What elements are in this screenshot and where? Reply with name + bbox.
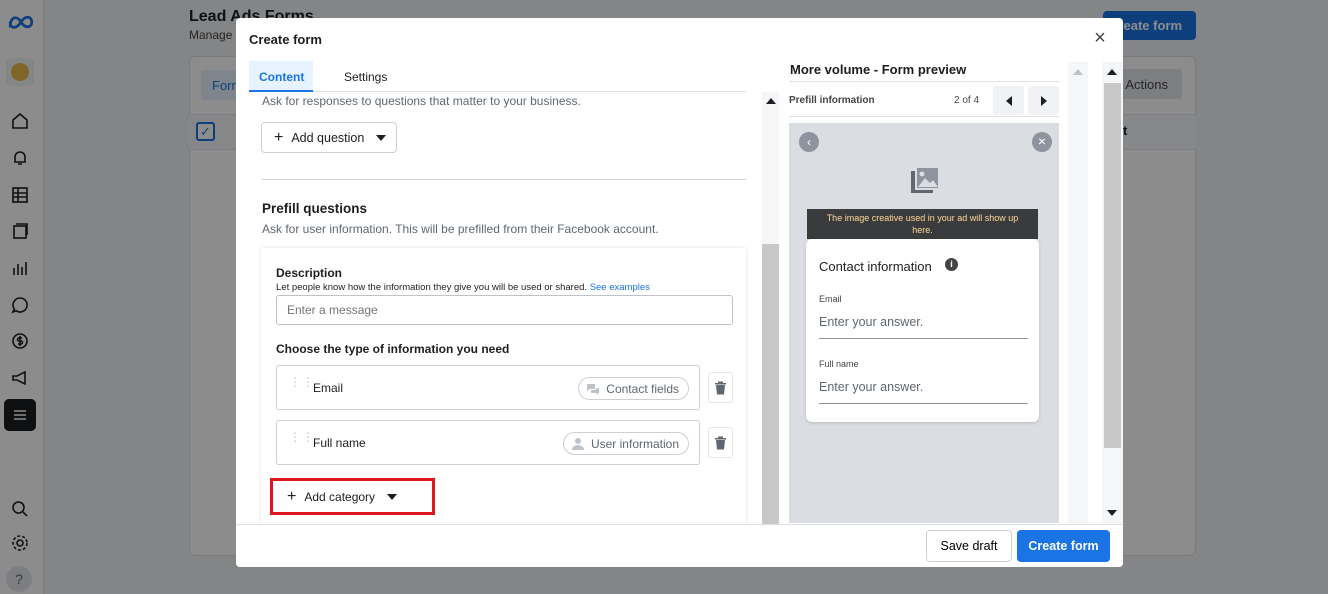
save-draft-button[interactable]: Save draft (926, 530, 1012, 562)
preview-scrollbar[interactable] (1068, 62, 1088, 524)
add-category-label: Add category (304, 489, 376, 504)
description-subtext-text: Let people know how the information they… (276, 282, 588, 293)
field-category-badge: User information (562, 432, 689, 455)
preview-field-label: Email (819, 294, 842, 304)
questions-help-text: Ask for responses to questions that matt… (262, 94, 581, 108)
modal-footer: Save draft Create form (236, 524, 1123, 567)
content-scrollbar[interactable] (762, 92, 779, 524)
scroll-up-arrow-icon[interactable] (1107, 69, 1117, 75)
preview-full-name-input: Enter your answer. (819, 380, 1028, 404)
phone-preview: ‹ × The image creative used in your ad w… (789, 123, 1059, 523)
create-form-modal: Create form × Content Settings Ask for r… (236, 18, 1123, 567)
scrollbar-thumb[interactable] (762, 244, 779, 524)
preview-next-button[interactable] (1028, 86, 1059, 115)
caret-down-icon (376, 134, 387, 141)
add-category-button[interactable]: + Add category (270, 478, 435, 515)
image-placeholder-icon (911, 167, 939, 193)
preview-prev-button[interactable] (993, 86, 1024, 115)
caret-down-icon (387, 493, 398, 500)
add-question-label: Add question (291, 130, 365, 145)
tab-content[interactable]: Content (249, 61, 313, 92)
section-divider (262, 179, 746, 180)
preview-title: More volume - Form preview (790, 62, 967, 77)
preview-field-label: Full name (819, 359, 859, 369)
preview-nav-bar: Prefill information 2 of 4 (789, 81, 1059, 117)
description-message-input[interactable] (276, 295, 733, 325)
preview-page-indicator: 2 of 4 (954, 95, 980, 106)
field-category-badge: Contact fields (578, 377, 689, 400)
prefill-card: Description Let people know how the info… (261, 248, 746, 524)
user-icon (571, 437, 584, 450)
drag-handle-icon[interactable]: ⋮⋮ (289, 376, 314, 394)
description-subtext: Let people know how the information they… (276, 282, 650, 293)
chat-bubbles-icon (587, 383, 600, 395)
close-circle-icon: × (1032, 132, 1052, 152)
arrow-left-icon (1005, 95, 1012, 106)
prefill-field-full-name[interactable]: ⋮⋮ Full name User information (276, 420, 700, 465)
field-name: Email (313, 381, 344, 395)
modal-scrollbar[interactable] (1102, 62, 1123, 524)
plus-icon: + (287, 487, 297, 505)
create-form-button[interactable]: Create form (1017, 530, 1110, 562)
tab-settings[interactable]: Settings (334, 61, 397, 92)
preview-section-label: Prefill information (789, 95, 875, 106)
creative-banner: The image creative used in your ad will … (807, 209, 1038, 239)
delete-email-field-trash-icon[interactable] (708, 372, 733, 403)
field-category-label: Contact fields (606, 381, 679, 396)
scroll-down-arrow-icon[interactable] (1107, 510, 1117, 516)
add-question-button[interactable]: + Add question (261, 122, 397, 153)
scrollbar-thumb[interactable] (1104, 83, 1121, 448)
prefill-subtext: Ask for user information. This will be p… (262, 222, 659, 236)
see-examples-link[interactable]: See examples (590, 282, 650, 293)
arrow-right-icon (1040, 95, 1047, 106)
back-arrow-icon: ‹ (799, 132, 819, 152)
scroll-up-arrow-icon[interactable] (1073, 69, 1083, 75)
field-name: Full name (313, 436, 366, 450)
form-tabs: Content Settings (249, 61, 746, 92)
info-icon: i (945, 258, 958, 271)
plus-icon: + (274, 128, 284, 146)
close-icon[interactable]: × (1091, 28, 1109, 48)
delete-full-name-field-trash-icon[interactable] (708, 427, 733, 458)
field-category-label: User information (590, 436, 679, 451)
description-heading: Description (276, 266, 343, 280)
prefill-heading: Prefill questions (262, 201, 368, 216)
contact-info-title: Contact information (819, 259, 932, 274)
content-panel: Ask for responses to questions that matt… (249, 92, 779, 524)
drag-handle-icon[interactable]: ⋮⋮ (289, 431, 314, 449)
contact-info-card: Contact information i Email Enter your a… (806, 239, 1039, 422)
preview-email-input: Enter your answer. (819, 315, 1028, 339)
scroll-up-arrow-icon[interactable] (766, 98, 776, 104)
prefill-field-email[interactable]: ⋮⋮ Email Contact fields (276, 365, 700, 410)
modal-title: Create form (249, 32, 322, 47)
choose-info-heading: Choose the type of information you need (276, 342, 510, 356)
